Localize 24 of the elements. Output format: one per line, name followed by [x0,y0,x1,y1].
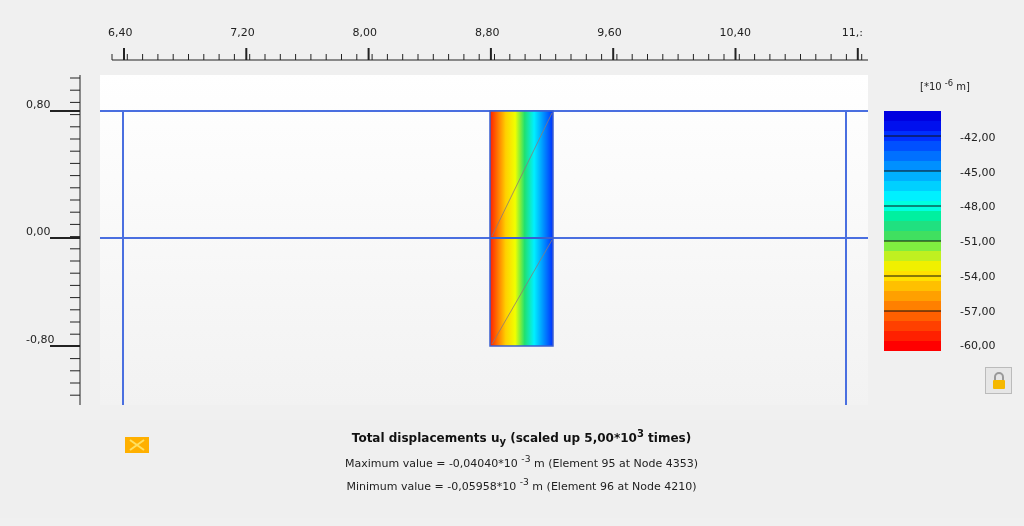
axis-label: 7,20 [230,26,255,39]
legend-label: -48,00 [960,200,996,214]
legend-unit: [*10 $^{-6}$ m] [920,78,971,93]
palette-icon [125,437,149,453]
extreme-value-text: Minimum value = -0,05958*10 $^{-3}$ m (Element 96 at Node 4210) [346,476,697,493]
legend-label: -60,00 [960,339,996,353]
axis-label: 8,80 [474,26,500,39]
axis-label: 6,40 [108,26,133,39]
legend-label: -45,00 [960,165,996,179]
padlock-icon [990,371,1007,390]
axis-label: 8,00 [352,26,378,39]
extreme-value-text: Maximum value = -0,04040*10 $^{-3}$ m (Element 95 at Node 4353) [344,453,699,471]
legend-label: -57,00 [960,304,996,318]
axis-label: 10,40 [719,26,751,39]
legend-label: -42,00 [960,131,996,144]
axis-label: 9,60 [597,26,622,39]
legend-label: -51,00 [960,235,996,249]
legend-label: -54,00 [960,269,996,283]
axis-label: 0,80 [26,98,51,111]
axis-label: -0,80 [26,333,55,346]
axis-label: 11,: [841,26,863,39]
axis-label: 0,00 [26,225,51,238]
plot-title: Total displacements u$_{y}$ (scaled up 5,00*10$^{3}$ times) [351,428,692,448]
lock-button[interactable] [985,367,1012,394]
